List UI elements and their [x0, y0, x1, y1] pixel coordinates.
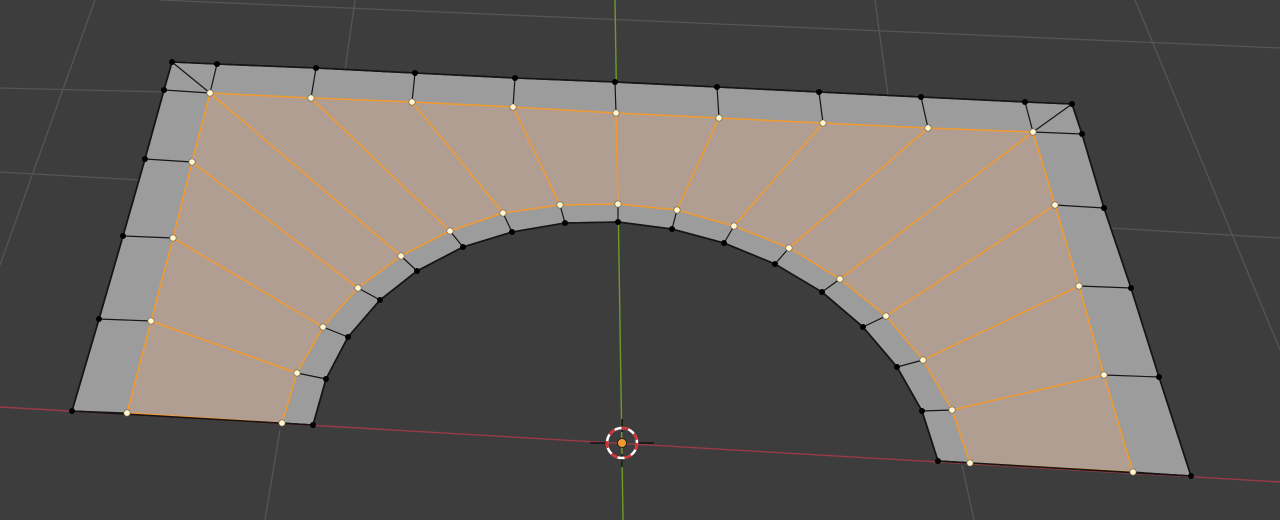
- selected-vertex[interactable]: [169, 234, 177, 242]
- selected-vertex[interactable]: [614, 200, 622, 208]
- selected-vertex[interactable]: [785, 244, 793, 252]
- selected-vertex[interactable]: [1051, 201, 1059, 209]
- vertex[interactable]: [816, 89, 822, 95]
- vertex[interactable]: [1188, 473, 1194, 479]
- selected-vertex[interactable]: [188, 158, 196, 166]
- vertex[interactable]: [412, 70, 418, 76]
- vertex[interactable]: [1079, 131, 1085, 137]
- vertex[interactable]: [161, 87, 167, 93]
- vertex[interactable]: [414, 268, 420, 274]
- selected-vertex[interactable]: [354, 284, 362, 292]
- selected-vertex[interactable]: [1100, 371, 1108, 379]
- vertex[interactable]: [323, 376, 329, 382]
- selected-vertex[interactable]: [499, 209, 507, 217]
- vertex[interactable]: [460, 244, 466, 250]
- vertex[interactable]: [214, 61, 220, 67]
- vertex[interactable]: [512, 75, 518, 81]
- vertex[interactable]: [1128, 285, 1134, 291]
- vertex[interactable]: [142, 156, 148, 162]
- selected-vertex[interactable]: [819, 119, 827, 127]
- selected-vertex[interactable]: [293, 369, 301, 377]
- vertex[interactable]: [615, 219, 621, 225]
- vertex[interactable]: [345, 334, 351, 340]
- selected-vertex[interactable]: [673, 206, 681, 214]
- selected-vertex[interactable]: [612, 109, 620, 117]
- vertex[interactable]: [1022, 99, 1028, 105]
- vertex[interactable]: [1156, 374, 1162, 380]
- selected-vertex[interactable]: [319, 323, 327, 331]
- vertex[interactable]: [562, 220, 568, 226]
- vertex[interactable]: [169, 59, 175, 65]
- selected-vertex[interactable]: [715, 114, 723, 122]
- selected-vertex[interactable]: [924, 124, 932, 132]
- vertex[interactable]: [669, 226, 675, 232]
- vertex[interactable]: [721, 240, 727, 246]
- vertex[interactable]: [714, 84, 720, 90]
- vertex[interactable]: [860, 324, 866, 330]
- vertex[interactable]: [120, 233, 126, 239]
- vertex[interactable]: [918, 94, 924, 100]
- selected-vertex[interactable]: [730, 222, 738, 230]
- vertex[interactable]: [1101, 205, 1107, 211]
- vertex[interactable]: [919, 408, 925, 414]
- selected-vertex[interactable]: [408, 98, 416, 106]
- selected-vertex[interactable]: [509, 103, 517, 111]
- vertex[interactable]: [96, 316, 102, 322]
- vertex[interactable]: [935, 458, 941, 464]
- vertex[interactable]: [509, 229, 515, 235]
- vertex[interactable]: [819, 289, 825, 295]
- selected-vertex[interactable]: [948, 406, 956, 414]
- selected-vertex[interactable]: [836, 275, 844, 283]
- vertex[interactable]: [612, 79, 618, 85]
- vertex[interactable]: [313, 65, 319, 71]
- selected-vertex[interactable]: [307, 94, 315, 102]
- selected-vertex[interactable]: [278, 419, 286, 427]
- selected-vertex[interactable]: [556, 201, 564, 209]
- selected-vertex[interactable]: [123, 409, 131, 417]
- selected-vertex[interactable]: [1075, 282, 1083, 290]
- vertex[interactable]: [1069, 101, 1075, 107]
- selected-vertex[interactable]: [206, 89, 214, 97]
- selected-vertex[interactable]: [919, 356, 927, 364]
- selected-vertex[interactable]: [147, 317, 155, 325]
- selected-vertex[interactable]: [966, 459, 974, 467]
- 3d-viewport[interactable]: [0, 0, 1280, 520]
- selected-vertex[interactable]: [882, 312, 890, 320]
- selected-vertex[interactable]: [1029, 128, 1037, 136]
- vertex[interactable]: [894, 364, 900, 370]
- origin-point-icon: [617, 438, 627, 448]
- selected-vertex[interactable]: [1129, 468, 1137, 476]
- vertex[interactable]: [69, 408, 75, 414]
- selected-vertex[interactable]: [446, 227, 454, 235]
- vertex[interactable]: [310, 422, 316, 428]
- selected-vertex[interactable]: [397, 252, 405, 260]
- vertex[interactable]: [377, 297, 383, 303]
- vertex[interactable]: [772, 261, 778, 267]
